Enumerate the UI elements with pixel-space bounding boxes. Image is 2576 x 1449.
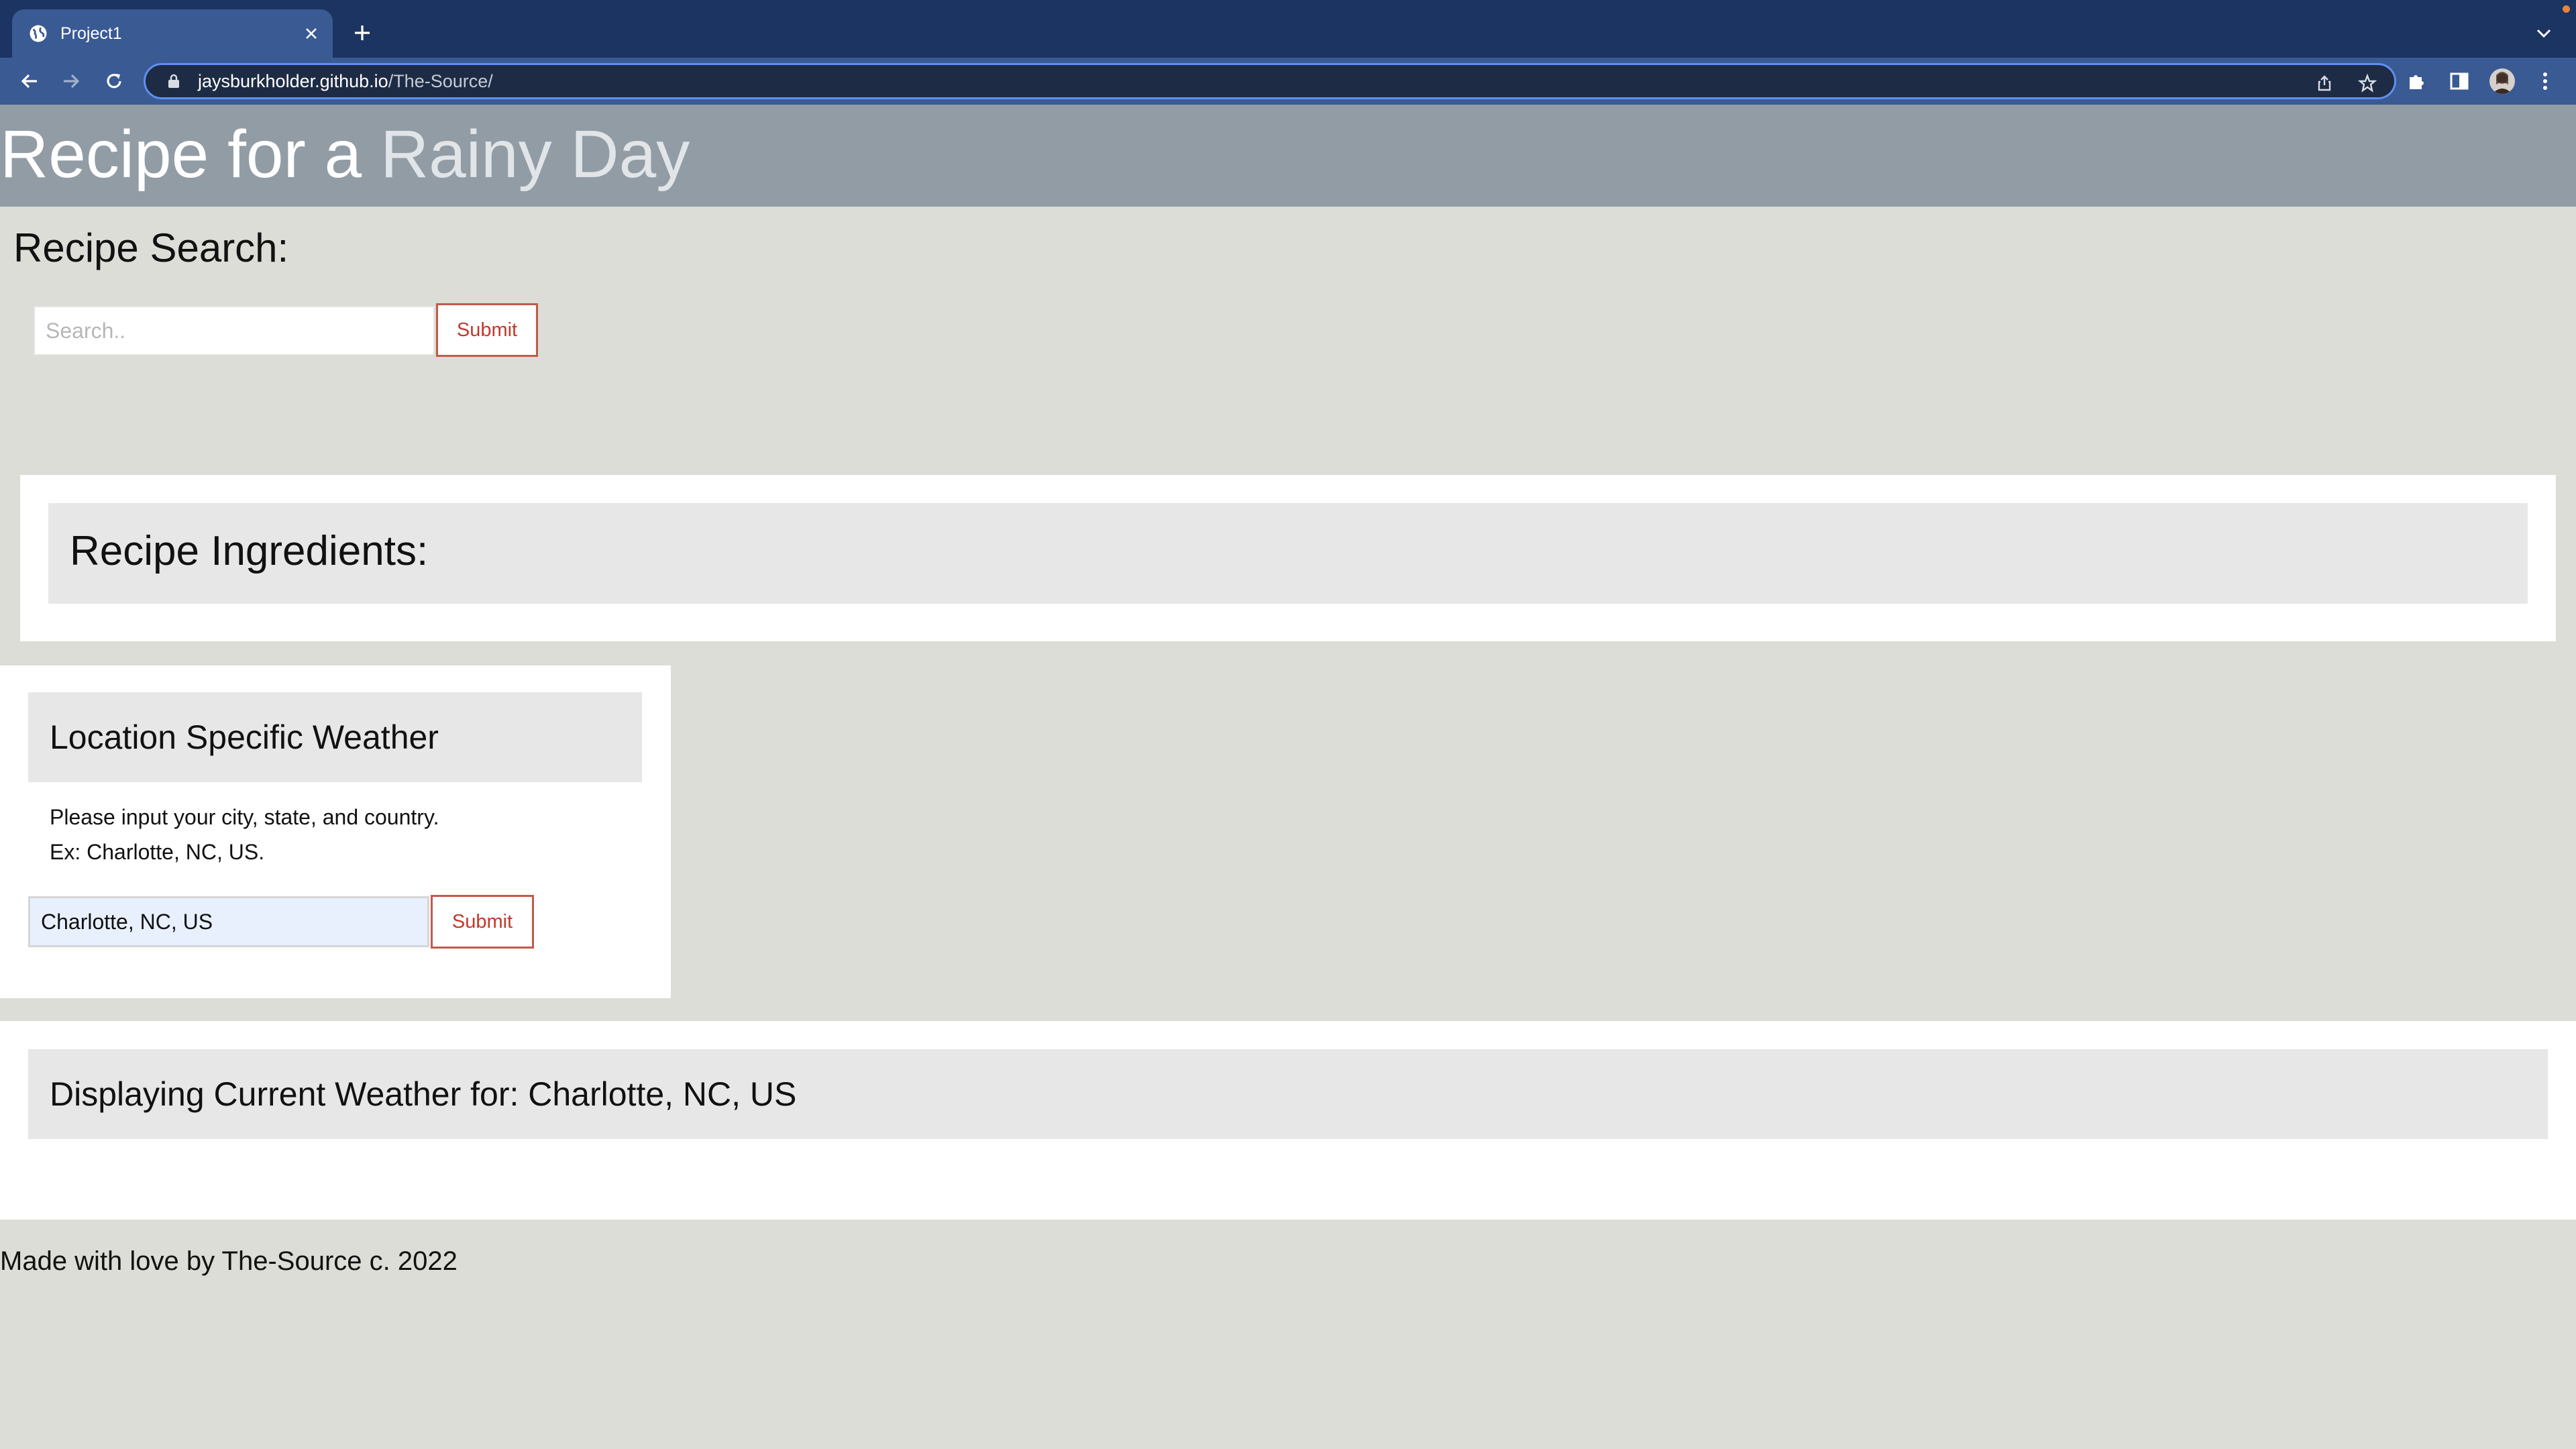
site-title: Recipe for a Rainy Day	[0, 114, 690, 195]
reload-icon[interactable]	[99, 66, 129, 96]
profile-avatar[interactable]	[2487, 66, 2517, 96]
browser-tab[interactable]: Project1	[12, 9, 333, 58]
site-title-main: Recipe for a	[0, 117, 380, 192]
current-weather-heading: Displaying Current Weather for: Charlott…	[50, 1075, 797, 1113]
current-weather-header: Displaying Current Weather for: Charlott…	[28, 1049, 2548, 1139]
more-menu-icon[interactable]	[2530, 66, 2560, 96]
url-host: jaysburkholder.github.io	[198, 70, 388, 91]
url-path: /The-Source/	[388, 70, 493, 91]
location-weather-card: Location Specific Weather Please input y…	[0, 665, 671, 998]
globe-icon	[30, 25, 47, 42]
recipe-ingredients-card: Recipe Ingredients:	[20, 475, 2556, 641]
location-weather-header: Location Specific Weather	[28, 692, 642, 782]
close-tab-icon[interactable]	[298, 20, 325, 47]
lock-icon	[168, 74, 179, 88]
recipe-search-heading: Recipe Search:	[13, 225, 289, 270]
weather-submit-button[interactable]: Submit	[431, 895, 534, 949]
address-bar[interactable]: jaysburkholder.github.io/The-Source/	[144, 63, 2396, 99]
side-panel-icon[interactable]	[2445, 66, 2474, 96]
recipe-search-input[interactable]	[34, 306, 435, 356]
extensions-icon[interactable]	[2402, 66, 2431, 96]
weather-instructions: Please input your city, state, and count…	[50, 800, 439, 869]
browser-toolbar: jaysburkholder.github.io/The-Source/	[0, 58, 2576, 105]
location-weather-heading: Location Specific Weather	[50, 718, 439, 756]
recipe-ingredients-header: Recipe Ingredients:	[48, 503, 2528, 604]
new-tab-icon[interactable]	[349, 17, 376, 48]
browser-tab-strip: Project1	[0, 0, 2576, 58]
current-weather-card: Displaying Current Weather for: Charlott…	[0, 1021, 2576, 1220]
weather-instruction-line: Please input your city, state, and count…	[50, 805, 439, 829]
location-input[interactable]	[28, 896, 429, 947]
avatar	[2489, 68, 2515, 94]
recipe-search-submit-button[interactable]: Submit	[436, 303, 538, 357]
notification-dot	[2563, 5, 2570, 13]
tab-title: Project1	[60, 23, 122, 43]
bookmark-star-icon[interactable]	[2357, 72, 2378, 94]
url-text: jaysburkholder.github.io/The-Source/	[198, 71, 493, 92]
site-header: Recipe for a Rainy Day	[0, 105, 2576, 207]
forward-icon[interactable]	[56, 66, 86, 96]
weather-example-line: Ex: Charlotte, NC, US.	[50, 840, 265, 864]
chevron-down-icon[interactable]	[2529, 19, 2559, 48]
back-icon[interactable]	[15, 66, 44, 96]
site-footer: Made with love by The-Source c. 2022	[0, 1246, 458, 1276]
share-icon[interactable]	[2314, 72, 2335, 94]
site-title-accent: Rainy Day	[380, 117, 690, 192]
recipe-ingredients-heading: Recipe Ingredients:	[70, 528, 429, 574]
